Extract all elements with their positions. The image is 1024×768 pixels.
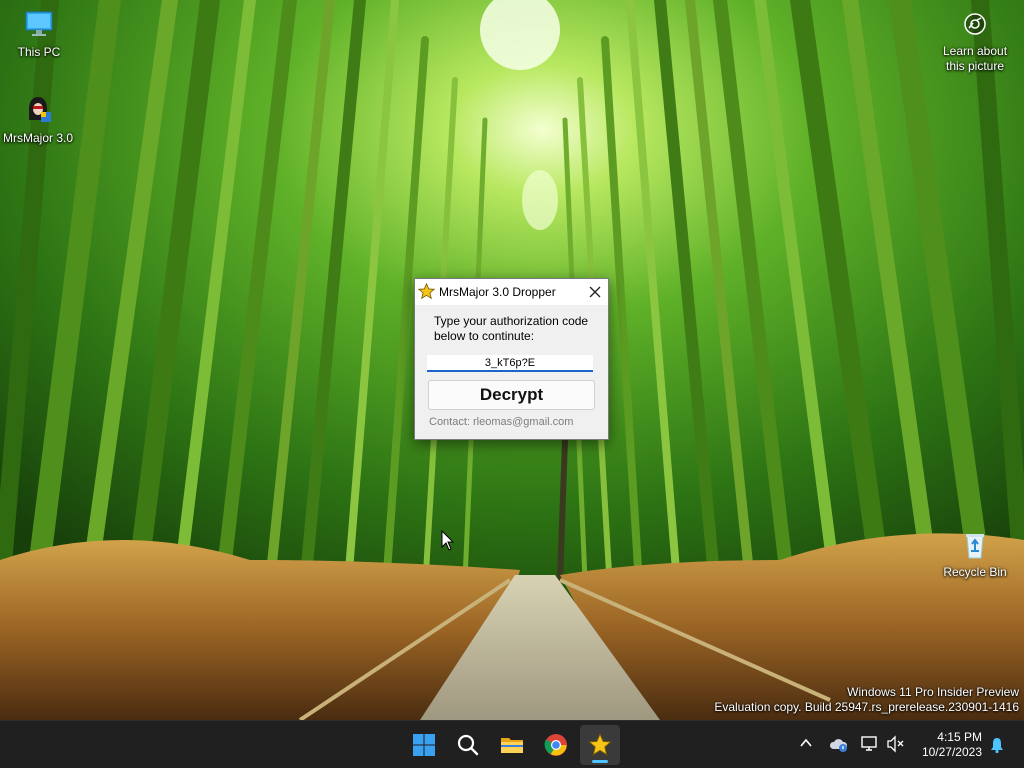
- volume-muted-icon: [887, 735, 904, 753]
- clock-date: 10/27/2023: [921, 745, 982, 759]
- close-button[interactable]: [585, 282, 605, 302]
- desktop-icon-mrsmajor[interactable]: MrsMajor 3.0: [0, 94, 76, 145]
- desktop-icon-label: Recycle Bin: [943, 565, 1007, 579]
- monitor-icon: [1, 8, 77, 43]
- start-button[interactable]: [404, 725, 444, 765]
- dialog-titlebar[interactable]: MrsMajor 3.0 Dropper: [415, 279, 608, 305]
- dialog-prompt: Type your authorization code below to co…: [434, 314, 589, 343]
- running-indicator: [592, 760, 608, 763]
- close-icon: [589, 286, 601, 298]
- decrypt-button[interactable]: Decrypt: [428, 380, 595, 410]
- star-icon: [417, 282, 436, 305]
- network-icon: [861, 736, 877, 751]
- authorization-code-input[interactable]: [427, 355, 593, 372]
- taskbar-clock[interactable]: 4:15 PM 10/27/2023: [912, 730, 982, 760]
- learn-about-this-picture[interactable]: Learn about this picture: [934, 12, 1016, 74]
- desktop-icon-recycle-bin[interactable]: Recycle Bin: [937, 530, 1013, 579]
- desktop-icon-this-pc[interactable]: This PC: [1, 8, 77, 59]
- show-hidden-icons-button[interactable]: [798, 735, 814, 756]
- search-button[interactable]: [448, 725, 488, 765]
- file-explorer-button[interactable]: [492, 725, 532, 765]
- contact-label: Contact: rleomas@gmail.com: [429, 416, 574, 428]
- volume-tray-button[interactable]: [886, 735, 906, 758]
- watermark-line1: Windows 11 Pro Insider Preview: [847, 685, 1019, 699]
- camera-icon: [963, 12, 987, 40]
- bell-icon: [991, 738, 1003, 754]
- network-tray-button[interactable]: [860, 735, 880, 758]
- watermark-line2: Evaluation copy. Build 25947.rs_prerelea…: [714, 700, 1019, 714]
- folder-icon: [501, 738, 523, 753]
- taskbar: 4:15 PM 10/27/2023: [0, 720, 1024, 768]
- recycle-bin-icon: [937, 530, 1013, 563]
- chrome-button[interactable]: [536, 725, 576, 765]
- chevron-up-icon: [800, 738, 812, 747]
- star-icon: [588, 733, 612, 756]
- cloud-icon: [829, 739, 848, 752]
- windows-logo-icon: [413, 734, 435, 756]
- desktop-icon-label: MrsMajor 3.0: [2, 131, 73, 145]
- learn-about-label: Learn about this picture: [942, 44, 1008, 73]
- onedrive-tray-button[interactable]: [829, 735, 849, 758]
- search-icon: [457, 734, 479, 756]
- evaluation-watermark: Windows 11 Pro Insider Preview Evaluatio…: [714, 685, 1019, 715]
- notifications-button[interactable]: [988, 736, 1006, 759]
- mouse-cursor-icon: [441, 529, 455, 557]
- chrome-icon: [544, 734, 567, 756]
- clock-time: 4:15 PM: [937, 730, 982, 744]
- desktop-icon-label: This PC: [17, 45, 61, 59]
- mrsmajor-taskbar-button[interactable]: [580, 725, 620, 765]
- mrsmajor-dropper-dialog: MrsMajor 3.0 Dropper Type your authoriza…: [414, 278, 609, 440]
- hooded-figure-icon: [0, 94, 76, 129]
- dialog-title: MrsMajor 3.0 Dropper: [439, 285, 556, 299]
